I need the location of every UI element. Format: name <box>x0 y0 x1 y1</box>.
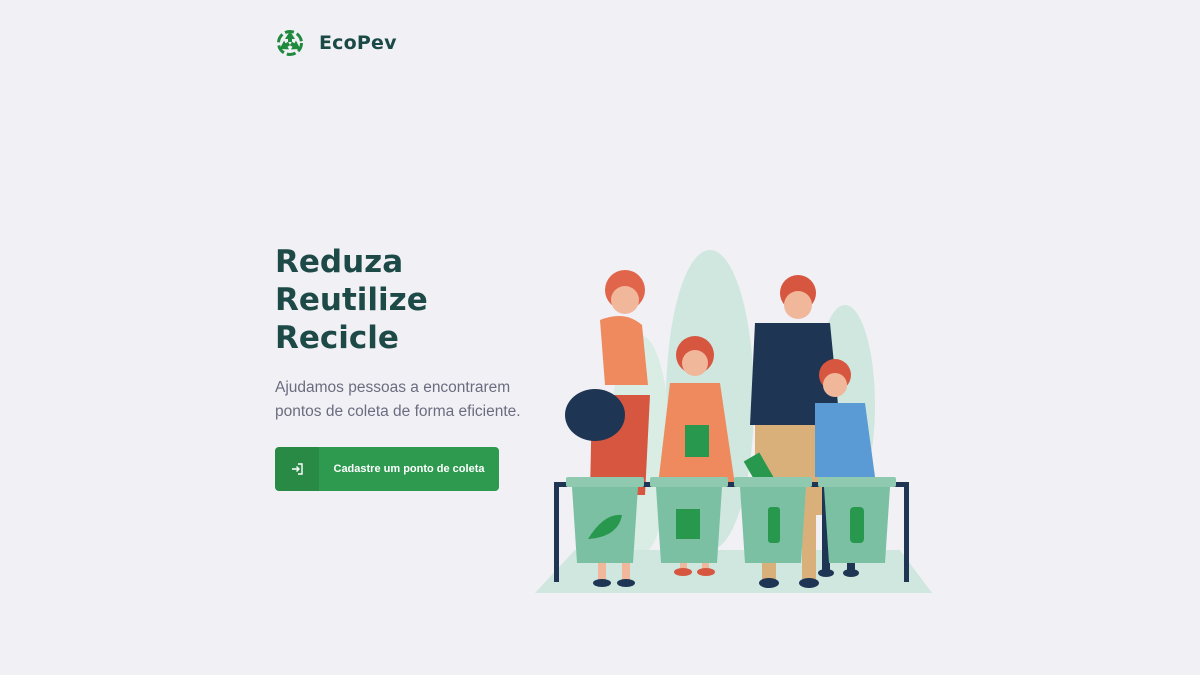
landing-page: EcoPev Reduza Reutilize Recicle Ajudamos… <box>0 0 1200 675</box>
paper-bin <box>650 477 728 563</box>
recycle-icon <box>277 30 303 56</box>
brand-name[interactable]: EcoPev <box>319 32 397 54</box>
header: EcoPev <box>275 28 397 58</box>
plastic-bin <box>818 477 896 563</box>
hero-subtitle: Ajudamos pessoas a encontrarem pontos de… <box>275 379 521 420</box>
organic-bin <box>566 477 644 563</box>
sign-in-icon <box>292 463 303 475</box>
family-recycling-illustration <box>535 250 932 593</box>
glass-bin <box>734 477 812 563</box>
cta-icon-box <box>275 447 319 491</box>
register-collection-point-button[interactable]: Cadastre um ponto de coleta <box>275 447 499 491</box>
cta-label: Cadastre um ponto de coleta <box>333 463 485 475</box>
